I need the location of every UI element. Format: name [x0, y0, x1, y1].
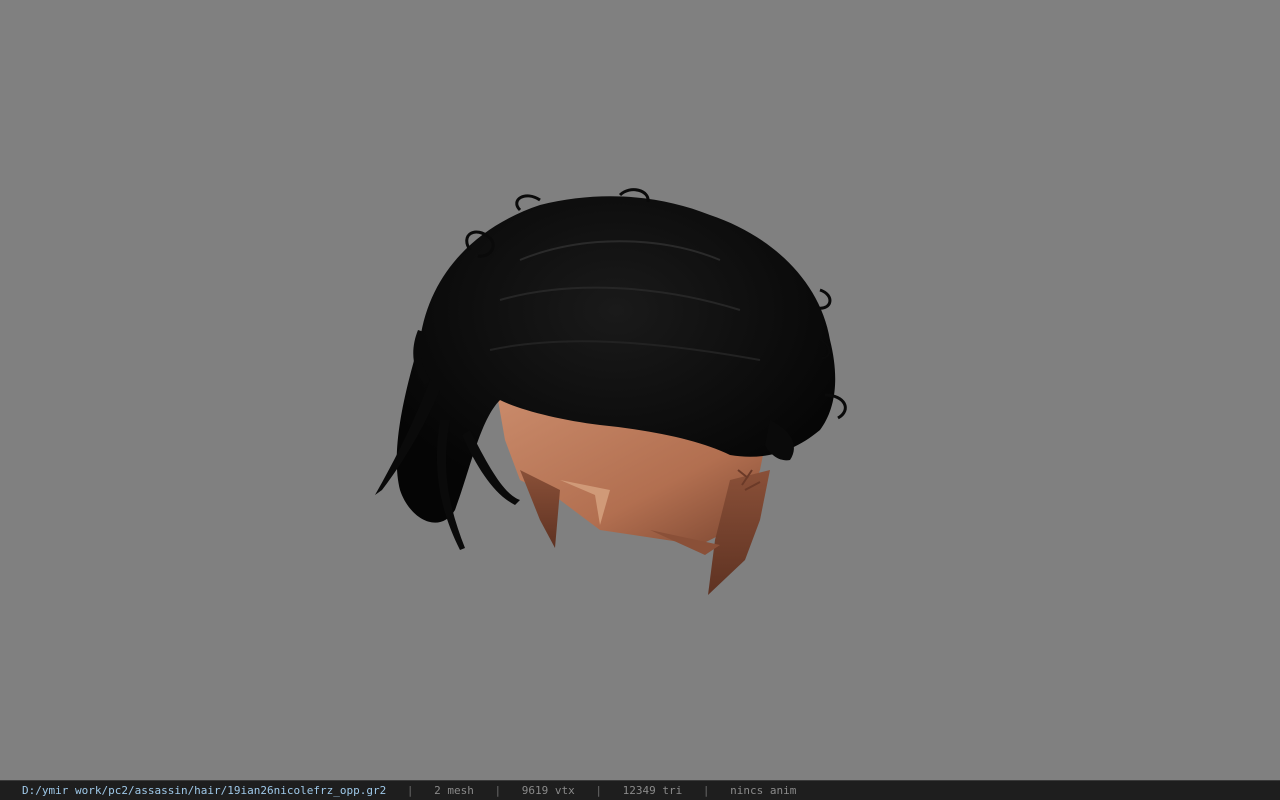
status-separator: | [595, 784, 602, 797]
file-path: D:/ymir work/pc2/assassin/hair/19ian26ni… [22, 784, 387, 797]
status-separator: | [406, 784, 414, 797]
triangle-count: 12349 tri [622, 784, 683, 797]
status-separator: | [494, 784, 502, 797]
vertex-count: 9619 vtx [521, 784, 575, 797]
status-bar: D:/ymir work/pc2/assassin/hair/19ian26ni… [0, 780, 1280, 800]
animation-status: nincs anim [730, 784, 797, 797]
hair-model-render[interactable] [0, 0, 1280, 780]
3d-viewport[interactable] [0, 0, 1280, 780]
status-separator: | [702, 784, 710, 797]
mesh-count: 2 mesh [434, 784, 474, 797]
